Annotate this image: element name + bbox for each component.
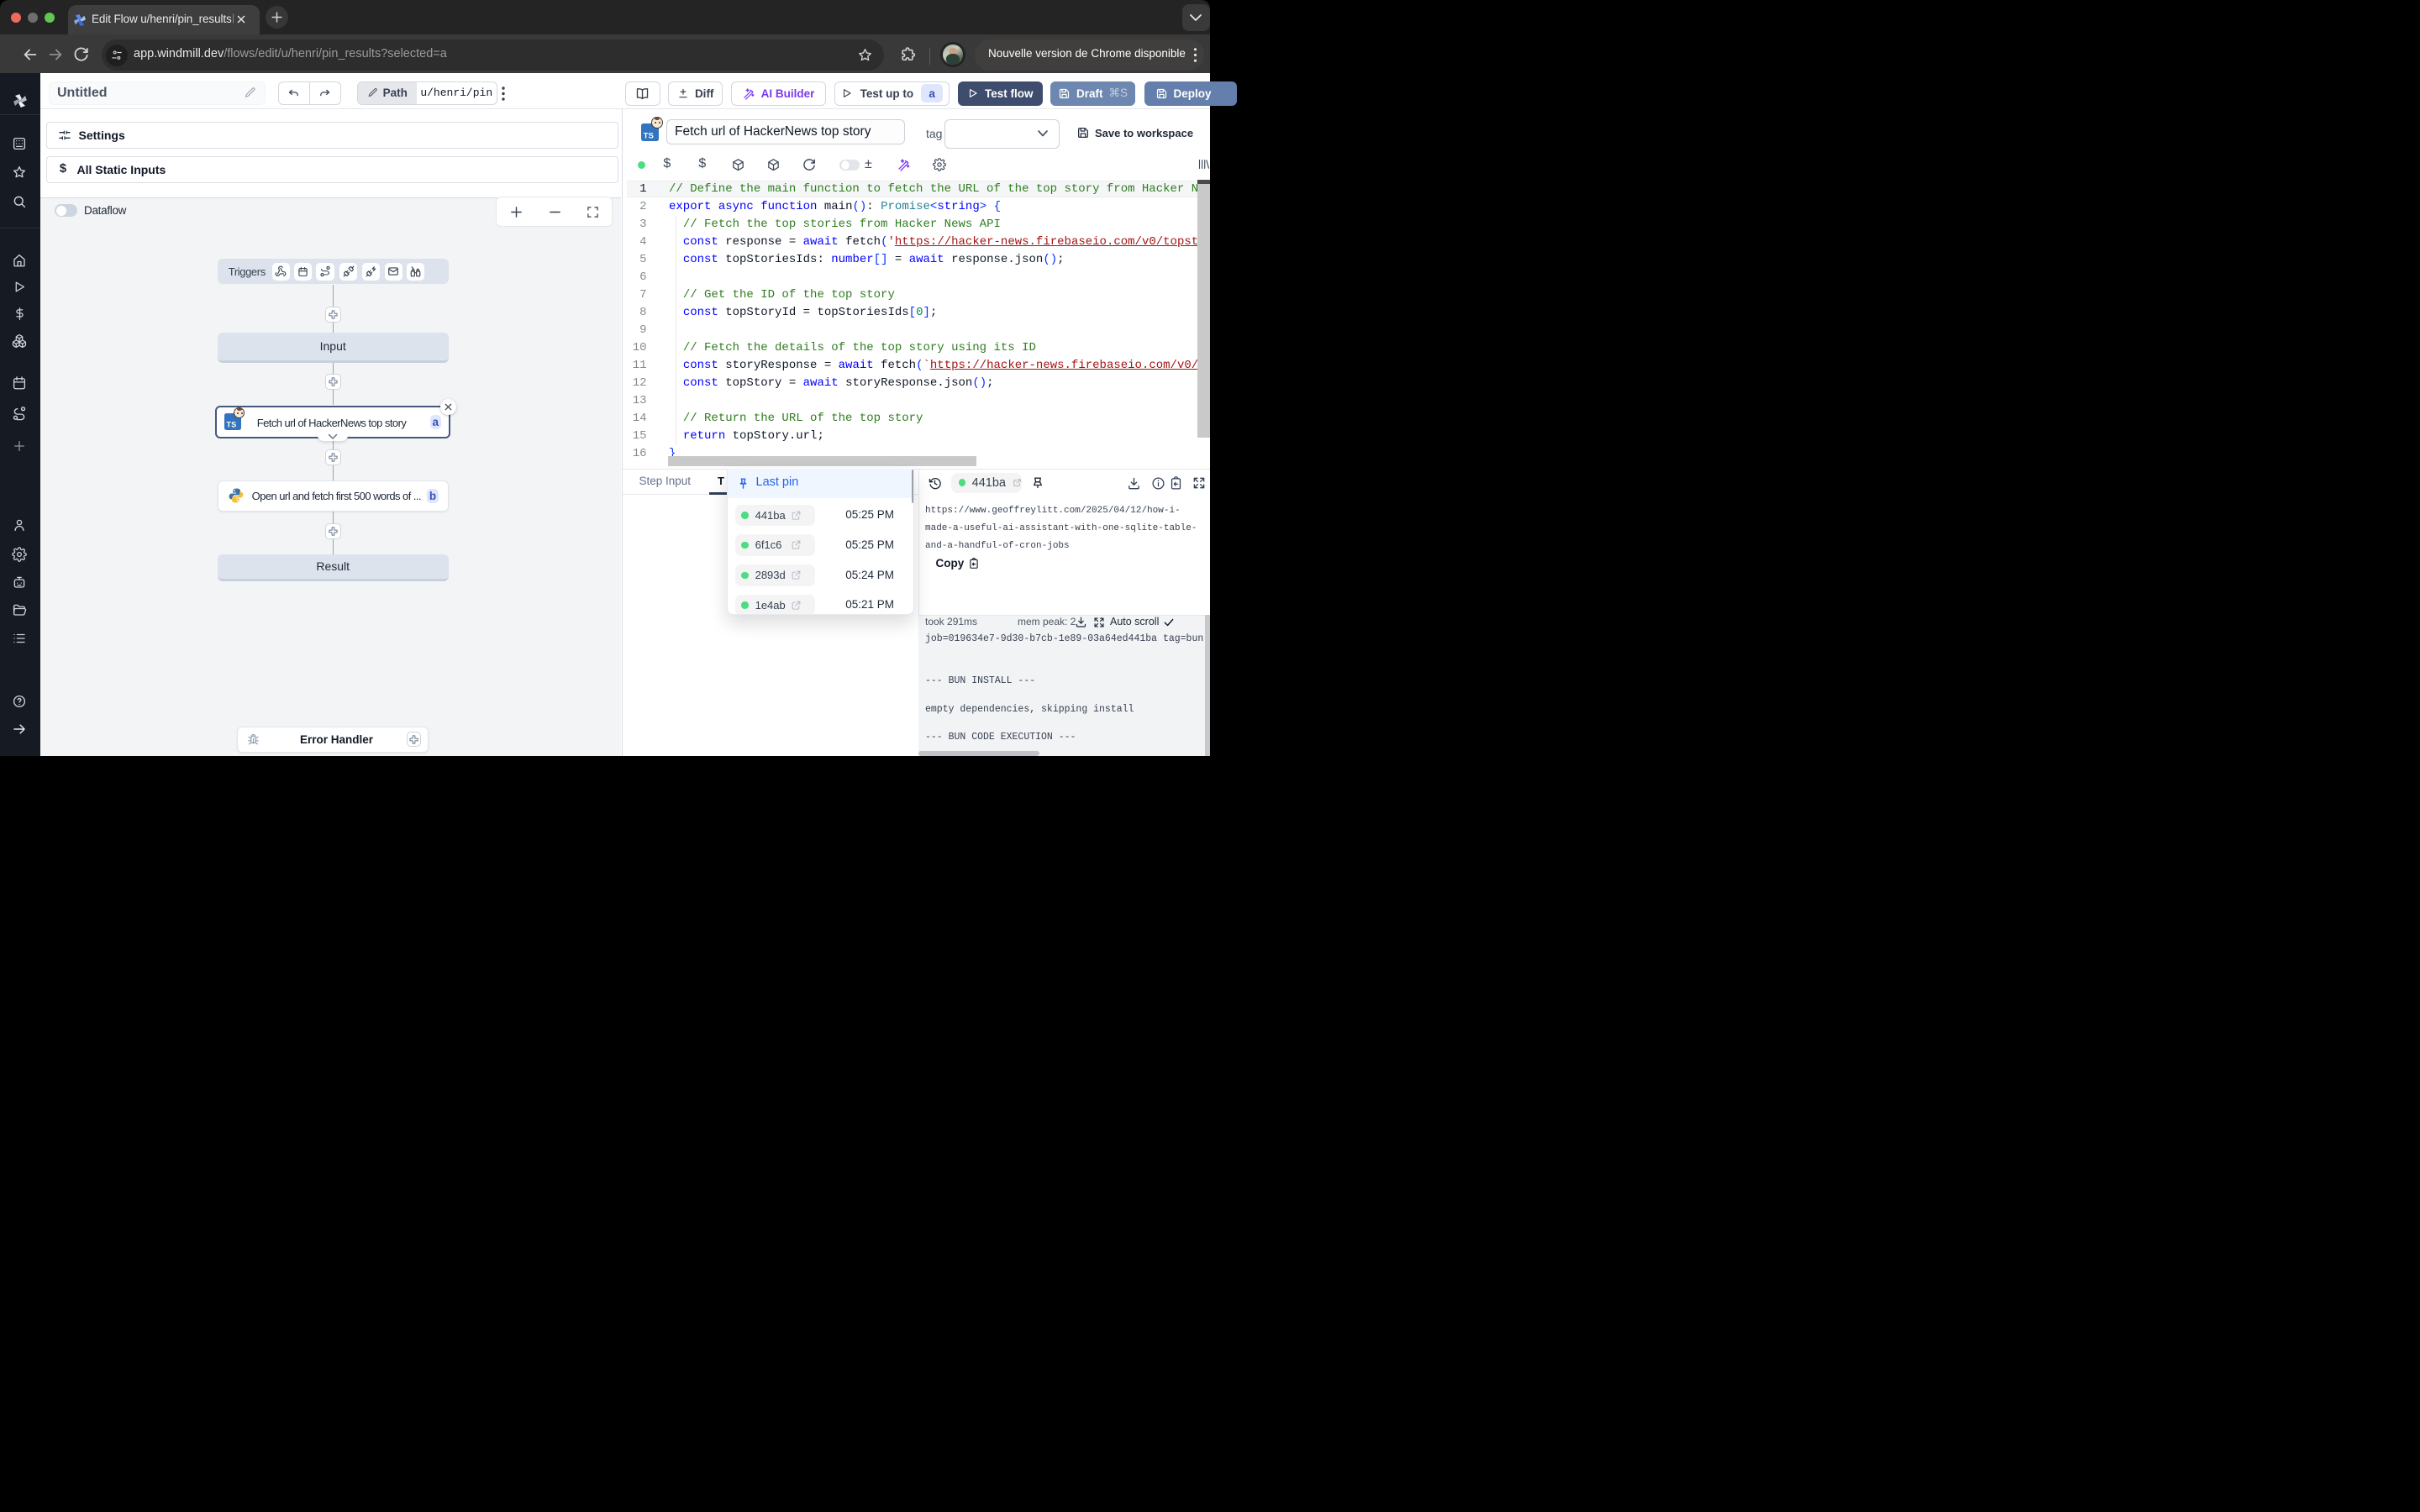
svg-text:TS: TS bbox=[227, 421, 237, 429]
